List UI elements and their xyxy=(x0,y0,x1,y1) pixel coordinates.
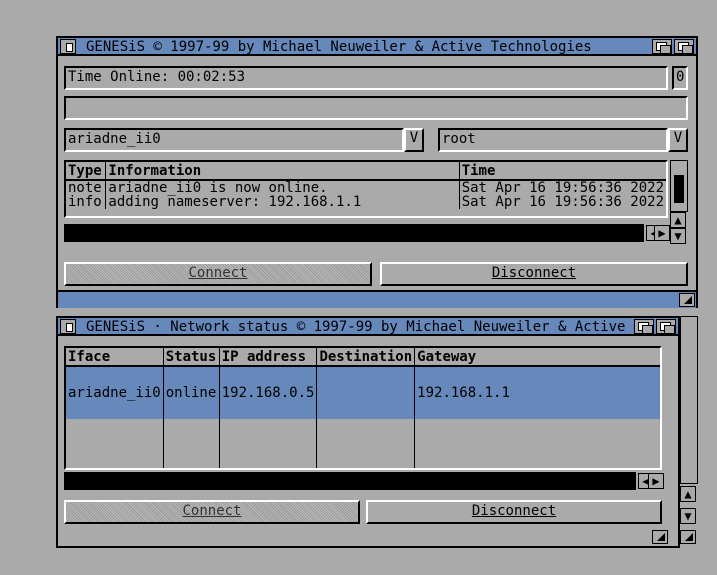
arrow-up-icon[interactable]: ▲ xyxy=(670,212,686,228)
main-title-bar[interactable]: GENESiS © 1997-99 by Michael Neuweiler &… xyxy=(58,38,696,56)
resize-icon[interactable] xyxy=(680,530,696,544)
user-cycle-icon[interactable]: V xyxy=(668,128,688,152)
arrow-up-icon[interactable]: ▲ xyxy=(680,486,696,502)
log-row[interactable]: note ariadne_ii0 is now online. Sat Apr … xyxy=(66,180,666,195)
network-status-window: GENESiS · Network status © 1997-99 by Mi… xyxy=(56,316,680,548)
header-gateway[interactable]: Gateway xyxy=(414,348,660,367)
status-window-title: GENESiS · Network status © 1997-99 by Mi… xyxy=(86,319,626,335)
close-gadget-icon[interactable] xyxy=(60,39,76,54)
connect-label: Connect xyxy=(188,265,248,281)
connect-label: Connect xyxy=(182,503,242,519)
zoom-gadget-icon[interactable] xyxy=(634,319,654,334)
log-horizontal-scrollbar[interactable] xyxy=(64,224,644,242)
log-cell-time: Sat Apr 16 19:56:36 2022 xyxy=(461,180,664,196)
time-badge: 0 xyxy=(672,66,688,90)
log-cell-type: note xyxy=(66,180,107,195)
connect-button[interactable]: Connect xyxy=(64,262,372,286)
header-iface[interactable]: Iface xyxy=(66,348,164,367)
background-window-strip xyxy=(56,292,698,308)
zoom-gadget-icon[interactable] xyxy=(652,39,672,54)
header-destination[interactable]: Destination xyxy=(316,348,416,367)
disconnect-label: Disconnect xyxy=(471,503,557,519)
status-vertical-scrollbar[interactable] xyxy=(680,316,698,484)
cell-destination xyxy=(316,366,416,419)
interface-select[interactable]: ariadne_ii0 xyxy=(64,128,404,152)
log-list[interactable]: Type Information Time note ariadne_ii0 i… xyxy=(64,160,668,218)
connect-button[interactable]: Connect xyxy=(64,500,360,524)
log-header-type[interactable]: Type xyxy=(66,162,107,181)
disconnect-button[interactable]: Disconnect xyxy=(366,500,662,524)
resize-icon[interactable] xyxy=(679,293,695,307)
interface-row[interactable]: ariadne_ii0 online 192.168.0.5 192.168.1… xyxy=(66,366,660,419)
main-window: GENESiS © 1997-99 by Michael Neuweiler &… xyxy=(56,36,698,292)
depth-gadget-icon[interactable] xyxy=(656,319,676,334)
cell-ip: 192.168.0.5 xyxy=(219,366,318,419)
log-cell-info: adding nameserver: 192.168.1.1 xyxy=(105,195,460,209)
cell-status: online xyxy=(163,366,220,419)
arrow-down-icon[interactable]: ▼ xyxy=(670,228,686,244)
disconnect-label: Disconnect xyxy=(491,265,577,281)
log-cell-time: Sat Apr 16 19:56:36 2022 xyxy=(461,194,664,210)
cell-gateway: 192.168.1.1 xyxy=(414,366,660,419)
cell-iface: ariadne_ii0 xyxy=(66,366,164,419)
time-online-display: Time Online: 00:02:53 xyxy=(64,66,668,90)
close-gadget-icon[interactable] xyxy=(60,319,76,334)
log-vertical-scrollbar[interactable] xyxy=(670,160,688,212)
header-status[interactable]: Status xyxy=(163,348,220,367)
arrow-right-icon[interactable]: ▶ xyxy=(648,473,664,489)
status-horizontal-scrollbar[interactable] xyxy=(64,472,636,490)
user-select[interactable]: root xyxy=(438,128,668,152)
main-window-title: GENESiS © 1997-99 by Michael Neuweiler &… xyxy=(86,39,592,55)
log-cell-type: info xyxy=(66,195,107,209)
interface-cycle-icon[interactable]: V xyxy=(404,128,424,152)
log-header-time[interactable]: Time xyxy=(459,162,666,181)
depth-gadget-icon[interactable] xyxy=(674,39,694,54)
arrow-right-icon[interactable]: ▶ xyxy=(654,225,670,241)
status-line xyxy=(64,96,688,120)
log-header-information[interactable]: Information xyxy=(105,162,460,181)
log-cell-info: ariadne_ii0 is now online. xyxy=(105,180,460,195)
disconnect-button[interactable]: Disconnect xyxy=(380,262,688,286)
log-vertical-knob[interactable] xyxy=(674,175,684,203)
resize-icon[interactable] xyxy=(652,530,668,544)
header-ip[interactable]: IP address xyxy=(219,348,318,367)
status-title-bar[interactable]: GENESiS · Network status © 1997-99 by Mi… xyxy=(58,318,678,336)
interface-list[interactable]: Iface Status IP address Destination Gate… xyxy=(64,346,662,470)
log-row[interactable]: info adding nameserver: 192.168.1.1 Sat … xyxy=(66,195,666,209)
arrow-down-icon[interactable]: ▼ xyxy=(680,508,696,524)
list-filler xyxy=(66,418,660,468)
